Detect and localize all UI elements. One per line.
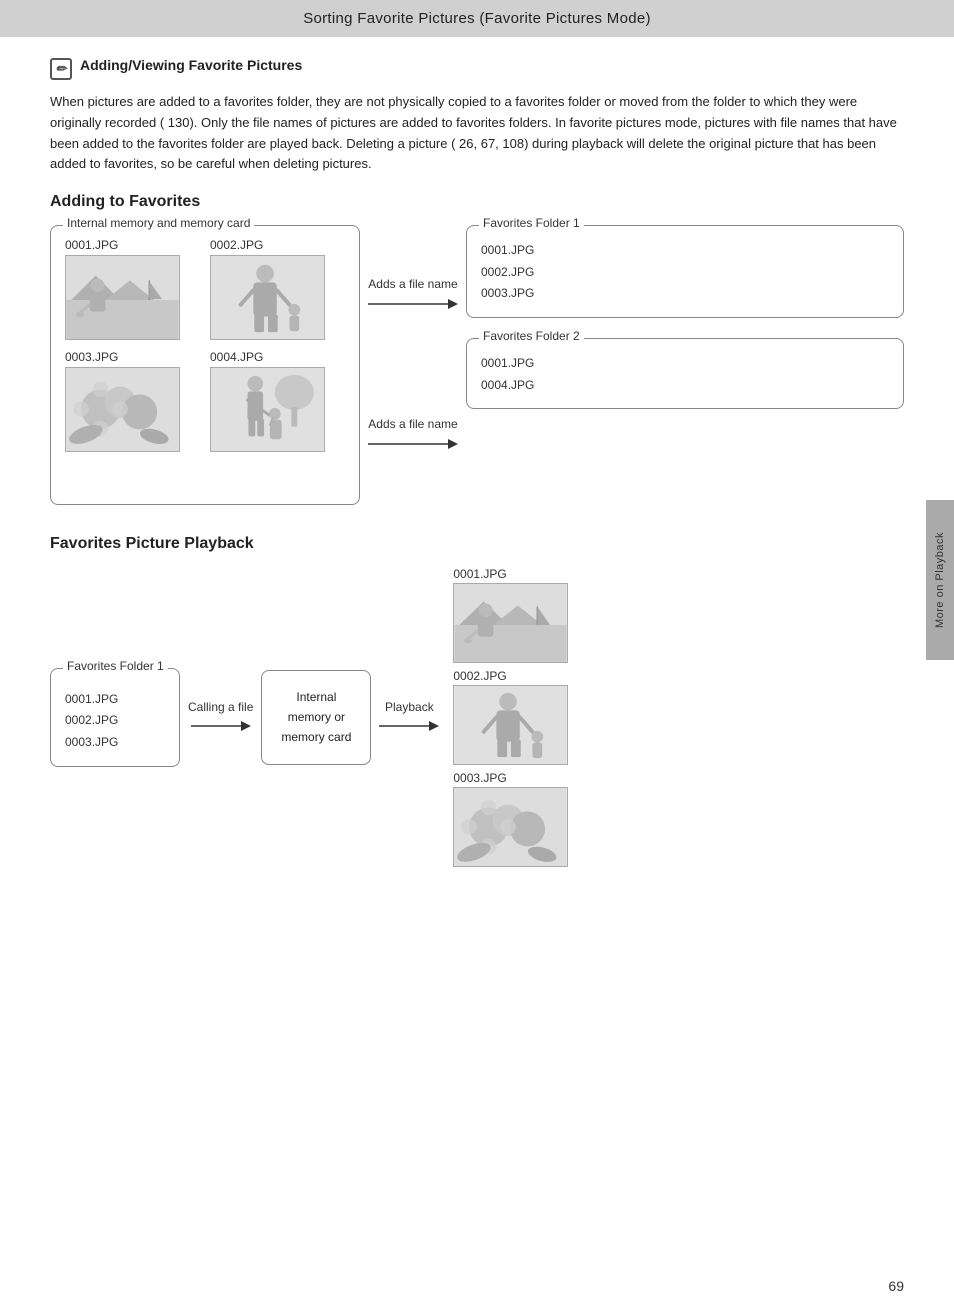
pb-fav-file-1: 0001.JPG — [65, 689, 165, 711]
fav-folder2-files: 0001.JPG 0004.JPG — [481, 353, 889, 396]
photo-label-1: 0001.JPG — [65, 238, 118, 252]
note-icon: ✏ — [50, 58, 72, 80]
note-title: Adding/Viewing Favorite Pictures — [80, 57, 302, 73]
side-tab-text: More on Playback — [934, 532, 946, 628]
pb-fav-folder-1: Favorites Folder 1 0001.JPG 0002.JPG 000… — [50, 668, 180, 767]
fav-folder1-file-2: 0002.JPG — [481, 262, 889, 284]
page-number: 69 — [888, 1278, 904, 1294]
fav-folder2-file-1: 0001.JPG — [481, 353, 889, 375]
pb-photo-img-2 — [453, 685, 568, 765]
pb-photos-column: 0001.JPG — [453, 567, 568, 867]
playback-diagram: Favorites Folder 1 0001.JPG 0002.JPG 000… — [50, 567, 904, 867]
photo-item-3: 0003.JPG — [65, 350, 200, 452]
side-tab: More on Playback — [926, 500, 954, 660]
playback-label: Playback — [385, 700, 434, 714]
photo-label-3: 0003.JPG — [65, 350, 118, 364]
memory-box: Internal memory and memory card 0001.JPG — [50, 225, 360, 505]
photo-item-4: 0004.JPG — [210, 350, 345, 452]
page-header: Sorting Favorite Pictures (Favorite Pict… — [0, 0, 954, 37]
photo-img-4 — [210, 367, 325, 452]
fav-folder2-label: Favorites Folder 2 — [479, 329, 584, 343]
favorites-folder-1: Favorites Folder 1 0001.JPG 0002.JPG 000… — [466, 225, 904, 318]
favorites-boxes: Favorites Folder 1 0001.JPG 0002.JPG 000… — [466, 225, 904, 505]
fav-folder1-file-1: 0001.JPG — [481, 240, 889, 262]
memory-box-label: Internal memory and memory card — [63, 216, 254, 230]
pb-fav-folder-label: Favorites Folder 1 — [63, 659, 168, 673]
arrow1-text: Adds a file name — [368, 277, 457, 291]
pb-photo-item-2: 0002.JPG — [453, 669, 568, 765]
photo-img-1 — [65, 255, 180, 340]
fav-folder2-file-2: 0004.JPG — [481, 375, 889, 397]
playback-arrow: Playback — [375, 700, 443, 735]
calling-arrow: Calling a file — [184, 700, 257, 735]
photo-item-2: 0002.JPG — [210, 238, 345, 340]
internal-memory-box: Internalmemory ormemory card — [261, 670, 371, 765]
adding-heading: Adding to Favorites — [50, 193, 904, 211]
pb-photo-img-1 — [453, 583, 568, 663]
photo-label-4: 0004.JPG — [210, 350, 263, 364]
pb-photo-label-3: 0003.JPG — [453, 771, 506, 785]
photo-img-3 — [65, 367, 180, 452]
photo-img-2 — [210, 255, 325, 340]
pb-photo-label-2: 0002.JPG — [453, 669, 506, 683]
note-section: ✏ Adding/Viewing Favorite Pictures — [50, 57, 904, 80]
photo-item-1: 0001.JPG — [65, 238, 200, 340]
fav-folder1-label: Favorites Folder 1 — [479, 216, 584, 230]
body-text: When pictures are added to a favorites f… — [50, 92, 904, 175]
pb-fav-file-2: 0002.JPG — [65, 710, 165, 732]
middle-arrows: Adds a file name Adds a file name — [360, 225, 466, 505]
adding-diagram: Internal memory and memory card 0001.JPG — [50, 225, 904, 505]
pb-photo-label-1: 0001.JPG — [453, 567, 506, 581]
pb-fav-file-3: 0003.JPG — [65, 732, 165, 754]
arrow2-text: Adds a file name — [368, 417, 457, 431]
arrow-row-1: Adds a file name — [368, 277, 458, 313]
pb-photo-item-1: 0001.JPG — [453, 567, 568, 663]
photos-grid: 0001.JPG — [65, 238, 345, 452]
pb-photo-img-3 — [453, 787, 568, 867]
favorites-folder-2: Favorites Folder 2 0001.JPG 0004.JPG — [466, 338, 904, 409]
photo-label-2: 0002.JPG — [210, 238, 263, 252]
playback-heading: Favorites Picture Playback — [50, 535, 904, 553]
arrow-row-2: Adds a file name — [368, 417, 458, 453]
calling-label: Calling a file — [188, 700, 253, 714]
main-content: ✏ Adding/Viewing Favorite Pictures When … — [0, 37, 954, 917]
fav-folder1-files: 0001.JPG 0002.JPG 0003.JPG — [481, 240, 889, 305]
pb-photo-item-3: 0003.JPG — [453, 771, 568, 867]
pb-fav-files: 0001.JPG 0002.JPG 0003.JPG — [65, 689, 165, 754]
header-title: Sorting Favorite Pictures (Favorite Pict… — [303, 10, 651, 27]
internal-label: Internalmemory ormemory card — [281, 690, 351, 745]
fav-folder1-file-3: 0003.JPG — [481, 283, 889, 305]
